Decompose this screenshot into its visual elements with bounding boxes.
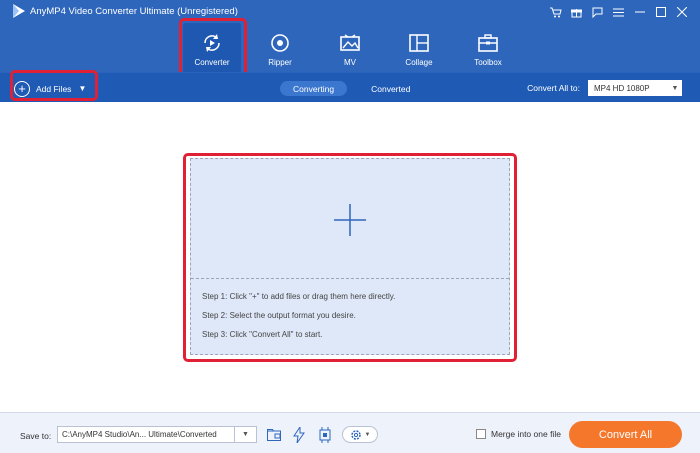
tool-label: Collage: [405, 58, 433, 67]
converter-icon: [204, 34, 220, 52]
instructions: Step 1: Click "+" to add files or drag t…: [202, 292, 395, 349]
maximize-icon[interactable]: [650, 3, 671, 21]
window-controls: [545, 3, 692, 21]
chevron-down-icon[interactable]: ▼: [78, 84, 86, 93]
save-path-value: C:\AnyMP4 Studio\An... Ultimate\Converte…: [62, 430, 217, 439]
step-3: Step 3: Click "Convert All" to start.: [202, 330, 323, 339]
tool-label: Toolbox: [474, 58, 502, 67]
sub-toolbar: + Add Files ▼ Converting Converted Conve…: [0, 72, 700, 102]
chevron-down-icon: ▼: [671, 84, 679, 92]
gear-icon: [350, 429, 361, 440]
convert-all-button[interactable]: Convert All: [569, 421, 682, 448]
tool-converter[interactable]: Converter: [183, 23, 241, 73]
convert-all-to: Convert All to: MP4 HD 1080P ▼: [527, 80, 700, 96]
open-folder-icon[interactable]: [265, 426, 283, 443]
main-area: Step 1: Click "+" to add files or drag t…: [0, 102, 700, 412]
chevron-down-icon[interactable]: ▼: [234, 427, 256, 442]
drop-area-add[interactable]: [191, 159, 509, 279]
main-toolbar: Converter Ripper MV Collage Toolbox: [0, 23, 700, 73]
tool-label: MV: [344, 58, 356, 67]
merge-option[interactable]: Merge into one file: [476, 429, 561, 439]
add-icon[interactable]: [334, 204, 366, 236]
tab-converted[interactable]: Converted: [358, 81, 423, 96]
app-logo-icon: [13, 4, 25, 18]
drop-zone[interactable]: Step 1: Click "+" to add files or drag t…: [190, 158, 510, 355]
step-2: Step 2: Select the output format you des…: [202, 311, 356, 320]
close-icon[interactable]: [671, 3, 692, 21]
tool-collage[interactable]: Collage: [390, 23, 448, 73]
app-header: AnyMP4 Video Converter Ultimate (Unregis…: [0, 0, 700, 73]
merge-label: Merge into one file: [491, 429, 561, 439]
format-select[interactable]: MP4 HD 1080P ▼: [588, 80, 682, 96]
footer-bar: Save to: C:\AnyMP4 Studio\An... Ultimate…: [0, 412, 700, 453]
step-1: Step 1: Click "+" to add files or drag t…: [202, 292, 396, 301]
collage-icon: [409, 34, 429, 52]
toolbox-icon: [478, 34, 498, 52]
format-value: MP4 HD 1080P: [594, 83, 650, 93]
convert-all-to-label: Convert All to:: [527, 83, 580, 93]
tab-converting[interactable]: Converting: [280, 81, 348, 96]
tool-label: Ripper: [268, 58, 292, 67]
gpu-acceleration-icon[interactable]: [315, 426, 335, 443]
tool-ripper[interactable]: Ripper: [251, 23, 309, 73]
view-tabs: Converting Converted: [280, 81, 434, 96]
mv-icon: [340, 34, 360, 51]
settings-dropdown[interactable]: ▼: [342, 426, 378, 443]
app-title: AnyMP4 Video Converter Ultimate (Unregis…: [30, 6, 238, 17]
cart-icon[interactable]: [545, 3, 566, 21]
add-files-label: Add Files: [36, 83, 72, 94]
ripper-icon: [271, 34, 289, 52]
menu-icon[interactable]: [608, 3, 629, 21]
add-icon: +: [14, 80, 30, 97]
add-files-button[interactable]: + Add Files ▼: [14, 79, 86, 98]
tool-label: Converter: [194, 58, 230, 67]
gift-icon[interactable]: [566, 3, 587, 21]
chevron-down-icon: ▼: [364, 431, 371, 438]
save-to-label: Save to:: [20, 431, 52, 441]
save-path-field[interactable]: C:\AnyMP4 Studio\An... Ultimate\Converte…: [57, 426, 257, 443]
tool-toolbox[interactable]: Toolbox: [459, 23, 517, 73]
minimize-icon[interactable]: [629, 3, 650, 21]
tool-mv[interactable]: MV: [321, 23, 379, 73]
feedback-icon[interactable]: [587, 3, 608, 21]
merge-checkbox[interactable]: [476, 429, 486, 439]
hardware-acceleration-icon[interactable]: [290, 426, 308, 443]
